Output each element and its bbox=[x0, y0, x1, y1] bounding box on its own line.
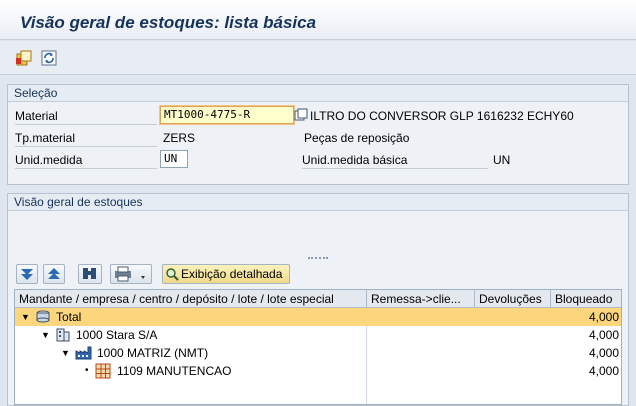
material-label: Material bbox=[15, 107, 157, 125]
binoculars-icon bbox=[83, 268, 96, 279]
col-header-hierarchy[interactable]: Mandante / empresa / centro / depósito /… bbox=[15, 290, 367, 308]
tp-material-description: Peças de reposição bbox=[304, 131, 410, 145]
collapse-all-icon bbox=[48, 268, 60, 279]
material-description: ILTRO DO CONVERSOR GLP 1616232 ECHY60 bbox=[310, 109, 574, 123]
bloqueado-value: 4,000 bbox=[588, 346, 619, 360]
detail-view-button[interactable]: Exibição detalhada bbox=[162, 264, 290, 284]
tp-material-label: Tp.material bbox=[15, 129, 157, 147]
application-toolbar bbox=[0, 41, 636, 75]
material-field[interactable]: MT1000-4775-R bbox=[160, 106, 294, 124]
expand-all-icon bbox=[21, 269, 33, 280]
detail-view-label: Exibição detalhada bbox=[181, 267, 283, 281]
collapse-arrow-icon[interactable]: ▼ bbox=[21, 308, 30, 326]
company-icon bbox=[55, 327, 71, 345]
unid-medida-field[interactable]: UN bbox=[160, 150, 188, 168]
unid-medida-label: Unid.medida bbox=[15, 151, 157, 169]
expand-button[interactable] bbox=[16, 264, 38, 284]
stock-tree[interactable]: Mandante / empresa / centro / depósito /… bbox=[14, 289, 622, 405]
tree-header: Mandante / empresa / centro / depósito /… bbox=[15, 290, 621, 308]
selection-group-title: Seleção bbox=[8, 85, 628, 102]
unid-medida-basica-label: Unid.medida básica bbox=[302, 151, 488, 169]
tree-row-plant[interactable]: ▼ 1000 MATRIZ (NMT) 4,000 bbox=[15, 344, 621, 362]
select-layout-icon[interactable] bbox=[15, 49, 33, 67]
printer-icon bbox=[115, 266, 145, 282]
title-bar: Visão geral de estoques: lista básica bbox=[0, 0, 636, 40]
bloqueado-value: 4,000 bbox=[588, 364, 619, 378]
tree-row-company[interactable]: ▼ 1000 Stara S/A 4,000 bbox=[15, 326, 621, 344]
tp-material-value: ZERS bbox=[163, 131, 196, 145]
stack-icon bbox=[35, 309, 51, 327]
col-header-devolucoes[interactable]: Devoluções bbox=[475, 290, 551, 308]
bloqueado-value: 4,000 bbox=[588, 328, 619, 342]
tree-row-label: 1000 Stara S/A bbox=[76, 328, 158, 342]
col-header-remessa[interactable]: Remessa->clie... bbox=[367, 290, 475, 308]
splitter-handle[interactable] bbox=[308, 257, 328, 259]
find-button[interactable] bbox=[78, 264, 102, 284]
tree-row-label: 1109 MANUTENCAO bbox=[117, 364, 232, 378]
print-button[interactable] bbox=[110, 264, 152, 284]
col-header-bloqueado[interactable]: Bloqueado bbox=[551, 290, 623, 308]
tree-row-storage-location[interactable]: • 1109 MANUTENCAO 4,000 bbox=[15, 362, 621, 380]
overview-group-title: Visão geral de estoques bbox=[8, 194, 628, 211]
leaf-bullet-icon: • bbox=[85, 365, 89, 376]
bloqueado-value: 4,000 bbox=[588, 310, 619, 324]
tree-row-label: 1000 MATRIZ (NMT) bbox=[97, 346, 209, 360]
collapse-button[interactable] bbox=[43, 264, 65, 284]
unid-medida-basica-value: UN bbox=[493, 153, 511, 167]
collapse-arrow-icon[interactable]: ▼ bbox=[41, 326, 50, 344]
magnifier-icon bbox=[166, 268, 179, 281]
collapse-arrow-icon[interactable]: ▼ bbox=[61, 344, 70, 362]
tree-row-label: Total bbox=[56, 310, 82, 324]
refresh-icon[interactable] bbox=[40, 49, 58, 67]
page-title: Visão geral de estoques: lista básica bbox=[20, 13, 317, 32]
match-code-icon[interactable] bbox=[294, 108, 308, 122]
tree-row-total[interactable]: ▼ Total 4,000 bbox=[15, 308, 621, 326]
shelf-icon bbox=[95, 363, 111, 381]
factory-icon bbox=[75, 345, 93, 363]
